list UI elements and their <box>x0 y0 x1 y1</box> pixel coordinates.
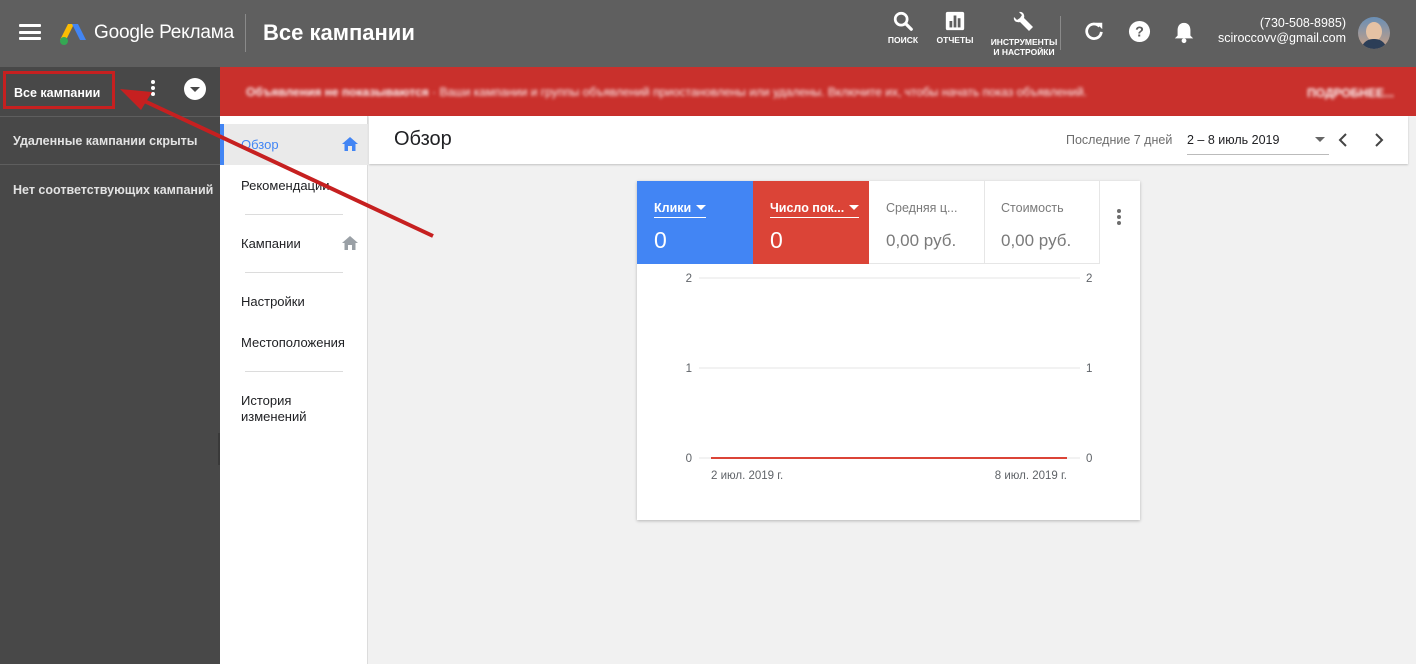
date-range-label: Последние 7 дней <box>1066 133 1173 147</box>
search-tool-button[interactable]: ПОИСК <box>885 10 921 45</box>
account-email: sciroccovv@gmail.com <box>1218 31 1346 45</box>
x-tick-label: 8 июл. 2019 г. <box>995 470 1067 482</box>
chevron-left-icon[interactable] <box>1335 131 1351 149</box>
alert-title: Объявления не показываются <box>246 85 429 99</box>
y-tick-label-left: 0 <box>686 453 692 465</box>
home-icon <box>342 236 358 250</box>
overview-card: Клики 0 Число пок... 0 Средняя ц... 0,00… <box>637 181 1140 520</box>
all-campaigns-selector[interactable]: Все кампании <box>3 71 115 109</box>
reports-tool-button[interactable]: ОТЧЕТЫ <box>935 10 975 45</box>
svg-text:?: ? <box>1135 24 1144 40</box>
avatar[interactable] <box>1358 17 1390 49</box>
help-icon[interactable]: ? <box>1128 20 1151 43</box>
reports-icon <box>945 11 965 31</box>
y-tick-label-left: 1 <box>686 363 692 375</box>
account-phone: (730-508-8985) <box>1259 16 1346 30</box>
notifications-icon[interactable] <box>1173 20 1195 44</box>
nav-item-settings[interactable]: Настройки <box>220 294 368 309</box>
google-ads-logo <box>60 24 86 45</box>
nav-item-campaigns[interactable]: Кампании <box>220 236 368 251</box>
caret-down-icon <box>696 205 707 210</box>
metric-label: Число пок... <box>770 201 860 218</box>
metric-cost[interactable]: Стоимость 0,00 руб. <box>984 181 1100 264</box>
metric-impressions[interactable]: Число пок... 0 <box>753 181 869 264</box>
divider <box>0 116 220 117</box>
caret-down-icon <box>849 205 860 210</box>
chevron-down-icon <box>1315 137 1325 142</box>
divider <box>245 272 343 273</box>
chevron-right-icon[interactable] <box>1371 131 1387 149</box>
alert-message: · Ваши кампании и группы объявлений прио… <box>432 85 1087 99</box>
chevron-down-icon[interactable] <box>184 78 206 100</box>
wrench-icon <box>1013 11 1033 32</box>
search-tool-label: ПОИСК <box>887 35 919 45</box>
y-tick-label-left: 2 <box>686 273 692 285</box>
page-title: Все кампании <box>263 20 415 45</box>
page-nav: Обзор Рекомендации Кампании Настройки Ме… <box>220 116 368 664</box>
brand-name: Google Реклама <box>94 22 234 43</box>
metric-value: 0,00 руб. <box>886 231 957 250</box>
nav-item-label: Кампании <box>241 236 301 251</box>
x-tick-label: 2 июл. 2019 г. <box>711 470 783 482</box>
tools-settings-label: ИНСТРУМЕНТЫ И НАСТРОЙКИ <box>990 37 1058 57</box>
divider <box>0 164 220 165</box>
no-campaigns-note: Нет соответствующих кампаний <box>13 183 214 197</box>
nav-item-label: Обзор <box>241 137 279 152</box>
date-range-value: 2 – 8 июль 2019 <box>1187 133 1280 147</box>
reports-tool-label: ОТЧЕТЫ <box>936 35 974 45</box>
divider <box>1060 16 1061 50</box>
alert-text: Объявления не показываются · Ваши кампан… <box>246 85 1087 99</box>
more-options-icon[interactable] <box>1113 209 1125 229</box>
divider <box>245 371 343 372</box>
main-title: Обзор <box>394 128 452 150</box>
search-icon <box>893 11 913 31</box>
alert-banner: Объявления не показываются · Ваши кампан… <box>220 67 1416 116</box>
y-tick-label-right: 2 <box>1086 273 1092 285</box>
nav-item-overview[interactable]: Обзор <box>220 124 368 165</box>
metric-avg-cpc[interactable]: Средняя ц... 0,00 руб. <box>869 181 985 264</box>
y-tick-label-right: 1 <box>1086 363 1092 375</box>
metric-value: 0 <box>770 227 783 253</box>
date-range-select[interactable]: 2 – 8 июль 2019 <box>1187 125 1329 155</box>
home-icon <box>342 137 358 151</box>
metric-label: Средняя ц... <box>886 201 958 215</box>
refresh-icon[interactable] <box>1083 20 1105 42</box>
removed-campaigns-note: Удаленные кампании скрыты <box>13 134 198 148</box>
metric-label: Клики <box>654 201 707 218</box>
alert-details-link[interactable]: ПОДРОБНЕЕ... <box>1307 86 1394 100</box>
account-info[interactable]: (730-508-8985) sciroccovv@gmail.com <box>1218 16 1346 46</box>
performance-chart: 2 2 1 1 0 0 2 июл. 2019 г. 8 июл. 2019 г. <box>686 273 1093 482</box>
menu-icon[interactable] <box>19 24 41 40</box>
nav-item-change-history[interactable]: История изменений <box>220 393 330 425</box>
top-bar: Google Реклама Все кампании ПОИСК ОТЧЕТЫ… <box>0 0 1416 67</box>
y-tick-label-right: 0 <box>1086 453 1092 465</box>
metric-value: 0 <box>654 227 667 253</box>
more-options-icon[interactable] <box>146 80 160 100</box>
campaign-sidebar: Все кампании Удаленные кампании скрыты Н… <box>0 67 220 664</box>
metric-clicks[interactable]: Клики 0 <box>637 181 753 264</box>
main-header: Обзор Последние 7 дней 2 – 8 июль 2019 <box>369 116 1408 164</box>
divider <box>245 14 246 52</box>
metric-label: Стоимость <box>1001 201 1064 215</box>
nav-item-recommendations[interactable]: Рекомендации <box>220 178 368 193</box>
nav-item-locations[interactable]: Местоположения <box>220 335 368 350</box>
tools-settings-button[interactable]: ИНСТРУМЕНТЫ И НАСТРОЙКИ <box>990 10 1058 57</box>
divider <box>245 214 343 215</box>
metric-value: 0,00 руб. <box>1001 231 1072 250</box>
